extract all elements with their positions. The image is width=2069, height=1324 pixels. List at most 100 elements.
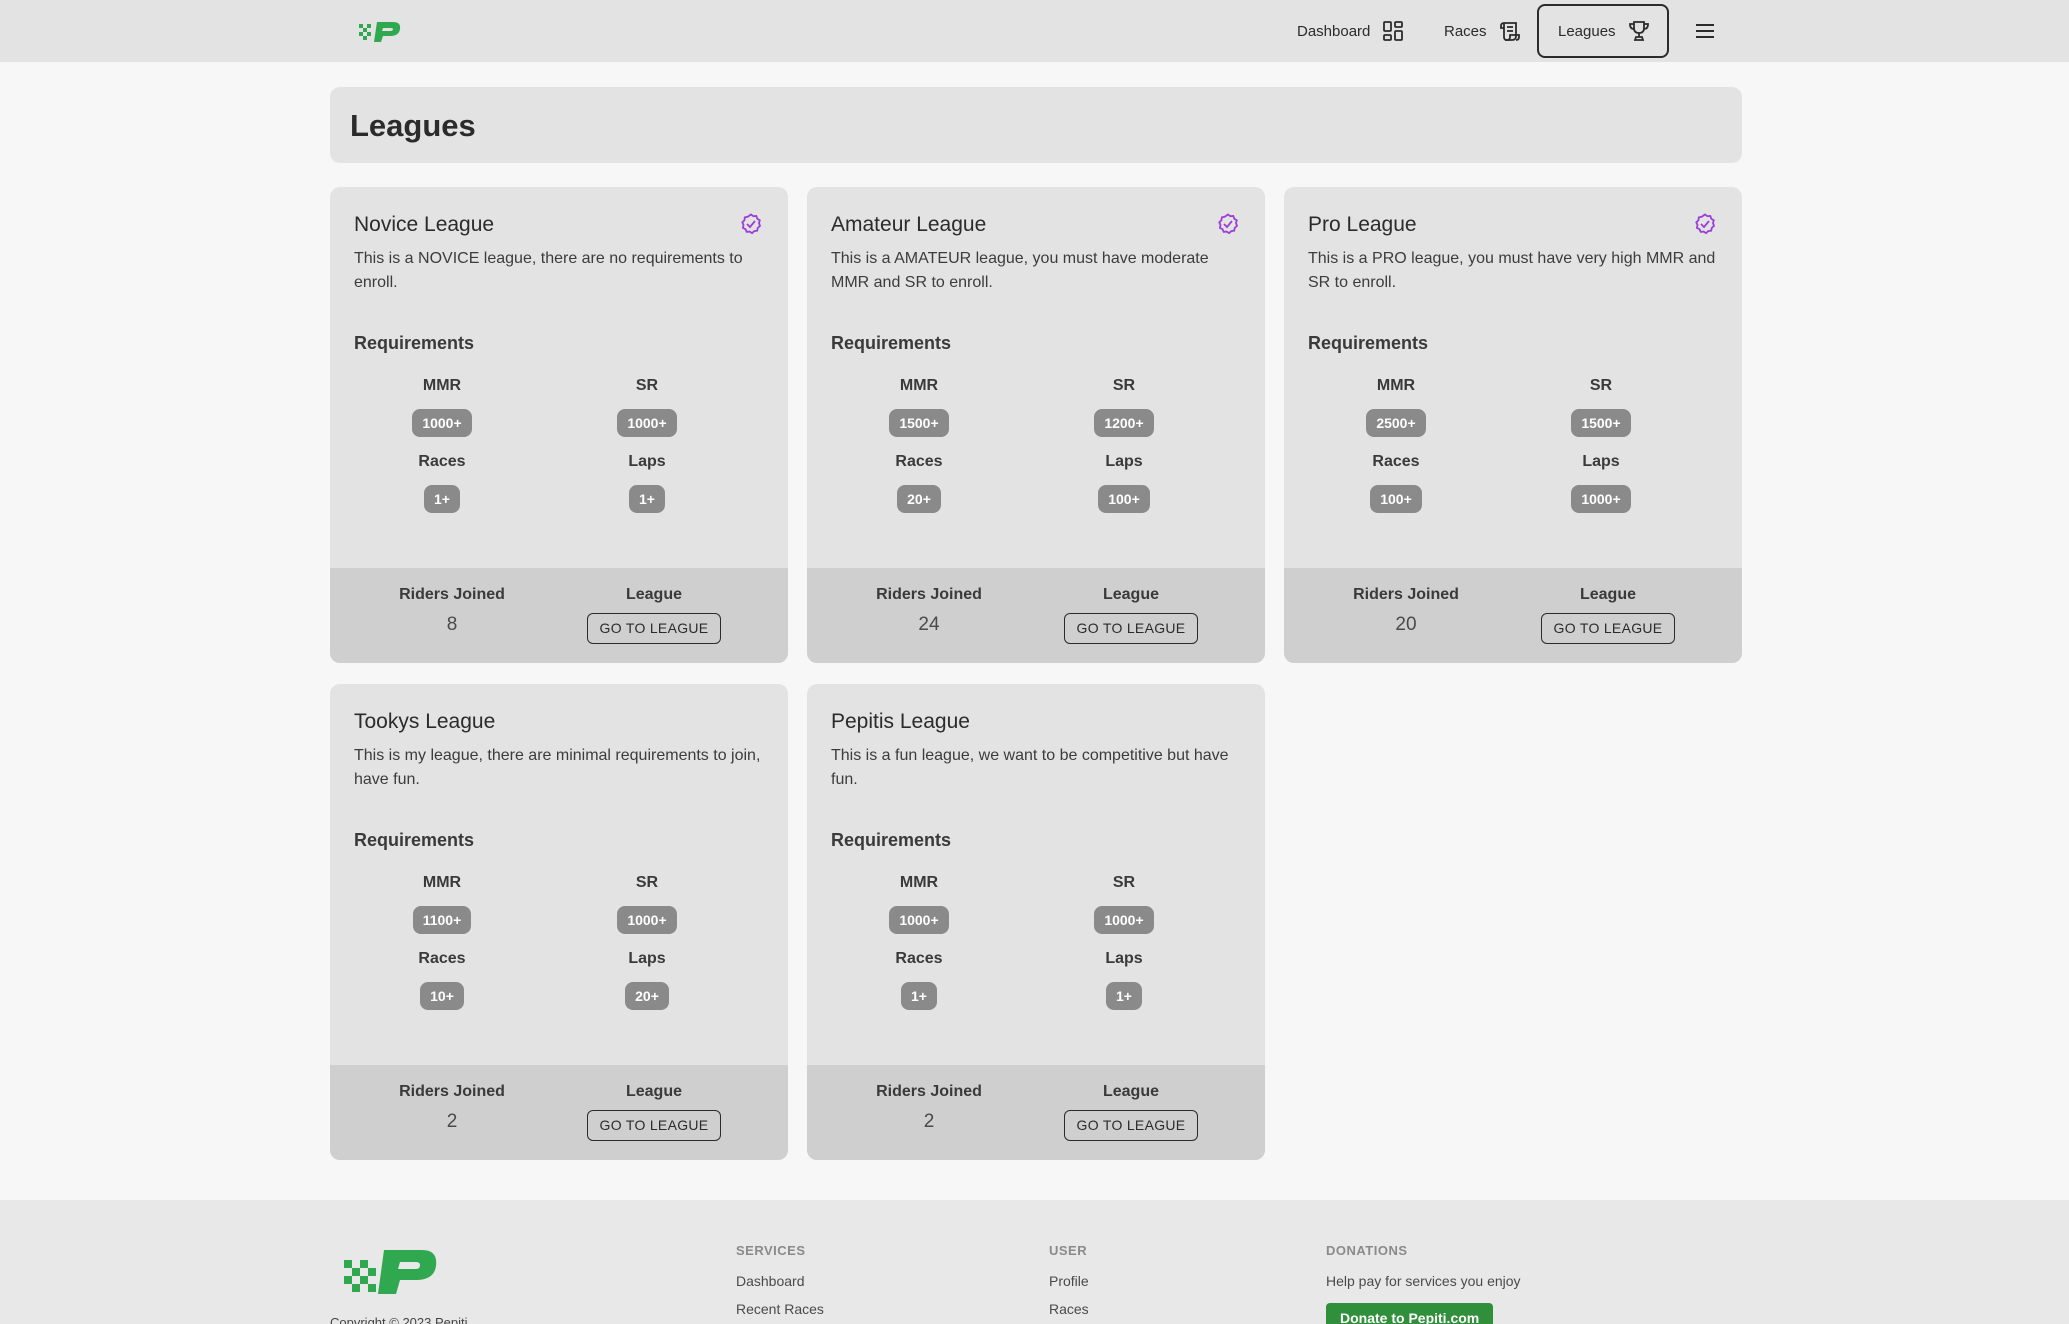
requirement-sr: SR 1000+ <box>567 377 727 437</box>
sr-label: SR <box>635 874 659 891</box>
requirement-sr: SR 1000+ <box>1044 874 1204 934</box>
mmr-label: MMR <box>422 377 462 394</box>
top-navbar: Dashboard Races Leagues <box>0 0 2069 62</box>
trophy-icon <box>1628 20 1650 42</box>
laps-value-badge: 1+ <box>1106 982 1142 1010</box>
requirement-sr: SR 1500+ <box>1521 377 1681 437</box>
card-footer: Riders Joined 8 League GO TO LEAGUE <box>330 568 788 663</box>
user-heading: USER <box>1049 1243 1088 1258</box>
requirement-sr: SR 1200+ <box>1044 377 1204 437</box>
go-to-league-button[interactable]: GO TO LEAGUE <box>586 1110 722 1141</box>
page-title: Leagues <box>350 108 476 143</box>
pepiti-logo[interactable] <box>357 18 403 44</box>
league-card: Amateur League This is a AMATEUR league,… <box>807 187 1265 663</box>
footer-link-profile[interactable]: Profile <box>1049 1273 1089 1289</box>
sr-value-badge: 1000+ <box>1094 906 1154 934</box>
races-scroll-icon <box>1499 20 1521 42</box>
footer-link-recent-races[interactable]: Recent Races <box>736 1301 824 1317</box>
nav-leagues[interactable]: Leagues <box>1537 4 1669 58</box>
laps-label: Laps <box>1105 453 1143 470</box>
requirement-mmr: MMR 1000+ <box>839 874 999 934</box>
sr-value-badge: 1500+ <box>1571 409 1631 437</box>
races-value-badge: 10+ <box>420 982 464 1010</box>
league-description: This is a AMATEUR league, you must have … <box>831 250 1209 291</box>
sr-value-badge: 1200+ <box>1094 409 1154 437</box>
requirements-heading: Requirements <box>1308 333 1429 353</box>
verified-check-icon <box>1694 213 1716 235</box>
laps-label: Laps <box>1582 453 1620 470</box>
league-description: This is a NOVICE league, there are no re… <box>354 250 743 291</box>
league-name: Amateur League <box>831 213 987 236</box>
donate-button[interactable]: Donate to Pepiti.com <box>1326 1303 1494 1324</box>
league-card: Pro League This is a PRO league, you mus… <box>1284 187 1742 663</box>
league-description: This is a PRO league, you must have very… <box>1308 250 1716 291</box>
nav-races[interactable]: Races <box>1444 4 1521 58</box>
league-name: Novice League <box>354 213 495 236</box>
services-heading: SERVICES <box>736 1243 806 1258</box>
league-link-section: League GO TO LEAGUE <box>564 586 744 644</box>
hamburger-menu-icon[interactable] <box>1692 18 1718 44</box>
league-link-section: League GO TO LEAGUE <box>1518 586 1698 644</box>
sr-label: SR <box>1112 377 1136 394</box>
league-label: League <box>1102 1083 1159 1100</box>
mmr-value-badge: 1000+ <box>889 906 949 934</box>
league-description: This is my league, there are minimal req… <box>354 747 761 788</box>
league-name: Pepitis League <box>831 710 970 733</box>
nav-races-label: Races <box>1444 22 1487 40</box>
requirement-races: Races 100+ <box>1316 453 1476 513</box>
riders-joined-label: Riders Joined <box>399 1083 505 1100</box>
requirement-laps: Laps 100+ <box>1044 453 1204 513</box>
races-value-badge: 20+ <box>897 485 941 513</box>
races-label: Races <box>895 453 943 470</box>
laps-label: Laps <box>628 453 666 470</box>
riders-joined-count: 8 <box>446 614 458 635</box>
sr-label: SR <box>1589 377 1613 394</box>
mmr-label: MMR <box>899 874 939 891</box>
mmr-value-badge: 1100+ <box>412 906 472 934</box>
riders-joined-section: Riders Joined 2 <box>362 1083 542 1133</box>
league-label: League <box>1579 586 1636 603</box>
donations-heading: DONATIONS <box>1326 1243 1408 1258</box>
verified-check-icon <box>1217 213 1239 235</box>
requirements-heading: Requirements <box>831 333 952 353</box>
riders-joined-label: Riders Joined <box>1353 586 1459 603</box>
site-footer: Copyright © 2023 Pepiti SERVICES Dashboa… <box>0 1200 2069 1324</box>
copyright-text: Copyright © 2023 Pepiti <box>330 1315 468 1324</box>
verified-check-icon <box>740 213 762 235</box>
go-to-league-button[interactable]: GO TO LEAGUE <box>1540 613 1676 644</box>
races-value-badge: 1+ <box>901 982 937 1010</box>
races-label: Races <box>895 950 943 967</box>
league-card: Pepitis League This is a fun league, we … <box>807 684 1265 1160</box>
footer-link-dashboard[interactable]: Dashboard <box>736 1273 824 1289</box>
footer-link-races[interactable]: Races <box>1049 1301 1089 1317</box>
go-to-league-button[interactable]: GO TO LEAGUE <box>586 613 722 644</box>
card-footer: Riders Joined 20 League GO TO LEAGUE <box>1284 568 1742 663</box>
mmr-value-badge: 2500+ <box>1366 409 1426 437</box>
requirements-heading: Requirements <box>831 830 952 850</box>
requirement-mmr: MMR 1500+ <box>839 377 999 437</box>
footer-user: USER Profile Races <box>1049 1243 1089 1317</box>
league-label: League <box>1102 586 1159 603</box>
league-name: Pro League <box>1308 213 1417 236</box>
riders-joined-count: 2 <box>446 1111 458 1132</box>
riders-joined-label: Riders Joined <box>876 586 982 603</box>
footer-donations: DONATIONS Help pay for services you enjo… <box>1326 1243 1521 1324</box>
nav-dashboard[interactable]: Dashboard <box>1297 4 1404 58</box>
go-to-league-button[interactable]: GO TO LEAGUE <box>1063 1110 1199 1141</box>
page-header: Leagues <box>330 87 1742 163</box>
races-label: Races <box>1372 453 1420 470</box>
requirement-mmr: MMR 2500+ <box>1316 377 1476 437</box>
league-name: Tookys League <box>354 710 496 733</box>
laps-value-badge: 20+ <box>625 982 669 1010</box>
league-link-section: League GO TO LEAGUE <box>564 1083 744 1141</box>
dashboard-grid-icon <box>1382 20 1404 42</box>
requirement-laps: Laps 1+ <box>1044 950 1204 1010</box>
nav-leagues-label: Leagues <box>1558 22 1616 40</box>
mmr-value-badge: 1000+ <box>412 409 472 437</box>
donations-text: Help pay for services you enjoy <box>1326 1273 1521 1289</box>
card-footer: Riders Joined 2 League GO TO LEAGUE <box>330 1065 788 1160</box>
go-to-league-button[interactable]: GO TO LEAGUE <box>1063 613 1199 644</box>
requirement-mmr: MMR 1100+ <box>362 874 522 934</box>
league-card: Tookys League This is my league, there a… <box>330 684 788 1160</box>
riders-joined-label: Riders Joined <box>876 1083 982 1100</box>
